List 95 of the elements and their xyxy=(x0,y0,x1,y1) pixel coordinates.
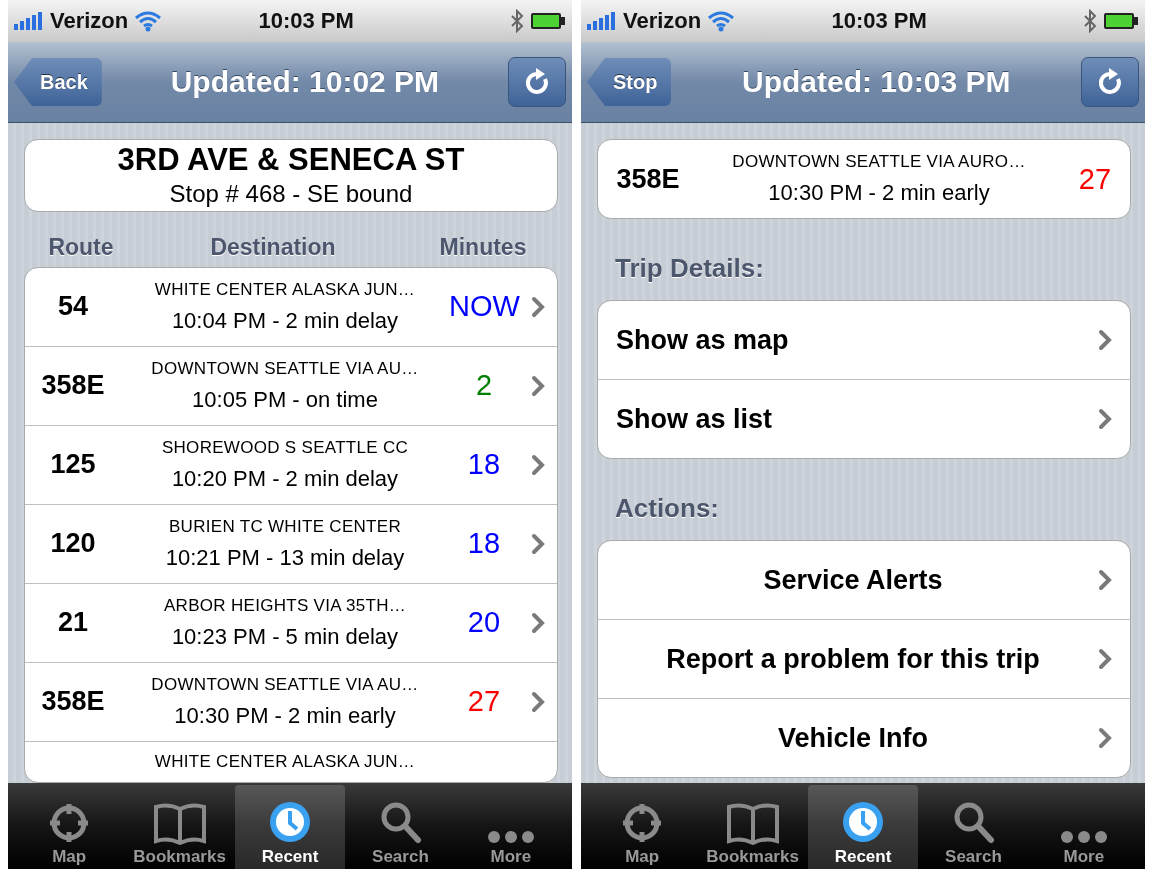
chevron-icon xyxy=(1098,329,1112,351)
arrival-row[interactable]: 54 WHITE CENTER ALASKA JUN… 10:04 PM - 2 min delay NOW xyxy=(25,267,557,347)
more-icon xyxy=(1058,829,1109,845)
chevron-icon xyxy=(531,295,545,318)
clock-icon xyxy=(267,799,313,845)
chevron-icon xyxy=(1098,648,1112,670)
minutes-count: 18 xyxy=(466,448,502,482)
route-number: 358E xyxy=(40,370,106,402)
option-row[interactable]: Service Alerts xyxy=(598,541,1130,620)
tab-item[interactable]: Bookmarks xyxy=(697,785,808,869)
minutes-count: 2 xyxy=(474,369,494,403)
tab-item[interactable]: Map xyxy=(587,785,698,869)
more-icon xyxy=(485,829,536,845)
chevron-icon xyxy=(531,532,545,555)
tab-item[interactable]: Map xyxy=(14,785,125,869)
wifi-icon xyxy=(134,10,163,32)
route-number: 358E xyxy=(40,686,106,718)
arrival-time: 10:05 PM - on time xyxy=(192,386,378,413)
destination: DOWNTOWN SEATTLE VIA AU… xyxy=(151,674,419,695)
route-number: 21 xyxy=(56,607,89,639)
arrival-row[interactable]: 125 SHOREWOOD S SEATTLE CC 10:20 PM - 2 min delay 18 xyxy=(25,425,557,505)
stop-name: 3RD AVE & SENECA ST xyxy=(117,142,465,179)
back-button[interactable]: Back xyxy=(14,58,102,106)
minutes-count: 18 xyxy=(466,527,502,561)
status-time: 10:03 PM xyxy=(257,8,355,34)
destination: WHITE CENTER ALASKA JUN… xyxy=(154,751,416,772)
chevron-icon xyxy=(531,374,545,397)
battery-icon xyxy=(530,12,566,30)
chevron-icon xyxy=(531,690,545,713)
tab-item[interactable]: Recent xyxy=(234,785,346,869)
tab-item[interactable]: Recent xyxy=(807,785,919,869)
bluetooth-icon xyxy=(510,9,524,33)
arrival-time: 10:04 PM - 2 min delay xyxy=(171,307,399,334)
destination: BURIEN TC WHITE CENTER xyxy=(169,516,401,537)
arrival-time: 10:30 PM - 2 min early xyxy=(768,180,990,206)
clock-icon xyxy=(840,799,886,845)
column-header: Minutes xyxy=(438,233,528,261)
destination: SHOREWOOD S SEATTLE CC xyxy=(161,437,409,458)
column-header: Destination xyxy=(209,233,337,261)
arrival-row[interactable]: 358E DOWNTOWN SEATTLE VIA AU… 10:05 PM - on time 2 xyxy=(25,346,557,426)
stop-detail: Stop # 468 - SE bound xyxy=(169,180,413,209)
route-number: 125 xyxy=(49,449,97,481)
section-title: Trip Details: xyxy=(615,253,765,284)
wifi-icon xyxy=(707,10,736,32)
nav-title: Updated: 10:03 PM xyxy=(741,65,1012,99)
bluetooth-icon xyxy=(1083,9,1097,33)
arrival-row[interactable]: 358E DOWNTOWN SEATTLE VIA AU… 10:30 PM - 2 min early 27 xyxy=(25,662,557,742)
arrival-time: 10:30 PM - 2 min early xyxy=(174,702,396,729)
arrival-time: 10:23 PM - 5 min delay xyxy=(171,623,399,650)
refresh-button[interactable] xyxy=(1081,57,1139,107)
status-time: 10:03 PM xyxy=(830,8,928,34)
section-title: Actions: xyxy=(615,493,720,524)
destination: DOWNTOWN SEATTLE VIA AURO… xyxy=(732,152,1026,172)
signal-icon xyxy=(14,11,44,31)
book-icon xyxy=(724,801,781,845)
carrier-name: Verizon xyxy=(623,8,702,34)
refresh-icon xyxy=(1096,67,1124,97)
tab-item[interactable]: Search xyxy=(345,785,456,869)
chevron-icon xyxy=(1098,408,1112,430)
option-row[interactable]: Report a problem for this trip xyxy=(598,620,1130,699)
tab-item[interactable]: Search xyxy=(918,785,1029,869)
destination: ARBOR HEIGHTS VIA 35TH… xyxy=(163,595,407,616)
column-header: Route xyxy=(47,233,115,261)
minutes-count: 27 xyxy=(1077,162,1113,196)
refresh-icon xyxy=(523,67,551,97)
chevron-icon xyxy=(531,611,545,634)
nav-title: Updated: 10:02 PM xyxy=(169,65,441,99)
arrival-time: 10:21 PM - 13 min delay xyxy=(165,544,405,571)
route-number: 358E xyxy=(615,163,681,195)
back-button[interactable]: Stop xyxy=(587,58,672,106)
tab-item[interactable]: More xyxy=(455,785,567,869)
signal-icon xyxy=(587,11,617,31)
tab-item[interactable]: Bookmarks xyxy=(124,785,235,869)
minutes-count: NOW xyxy=(449,290,519,324)
tab-item[interactable]: More xyxy=(1028,785,1140,869)
battery-icon xyxy=(1103,12,1139,30)
arrival-row[interactable]: 120 BURIEN TC WHITE CENTER 10:21 PM - 13 min delay 18 xyxy=(25,504,557,584)
carrier-name: Verizon xyxy=(50,8,129,34)
chevron-icon xyxy=(1098,727,1112,749)
chevron-icon xyxy=(1098,569,1112,591)
minutes-count: 20 xyxy=(466,606,502,640)
arrival-time: 10:20 PM - 2 min delay xyxy=(171,465,399,492)
option-row[interactable]: Show as map xyxy=(598,301,1130,380)
minutes-count: 27 xyxy=(466,685,502,719)
chevron-icon xyxy=(531,453,545,476)
option-row[interactable]: Show as list xyxy=(598,380,1130,458)
option-row[interactable]: Vehicle Info xyxy=(598,699,1130,777)
destination: DOWNTOWN SEATTLE VIA AU… xyxy=(151,358,419,379)
refresh-button[interactable] xyxy=(508,57,566,107)
destination: WHITE CENTER ALASKA JUN… xyxy=(154,279,416,300)
route-number: 54 xyxy=(56,291,89,323)
arrival-row[interactable]: 21 ARBOR HEIGHTS VIA 35TH… 10:23 PM - 5 min delay 20 xyxy=(25,583,557,663)
route-number: 120 xyxy=(49,528,97,560)
book-icon xyxy=(151,801,208,845)
arrival-row[interactable]: WHITE CENTER ALASKA JUN… xyxy=(25,741,557,782)
